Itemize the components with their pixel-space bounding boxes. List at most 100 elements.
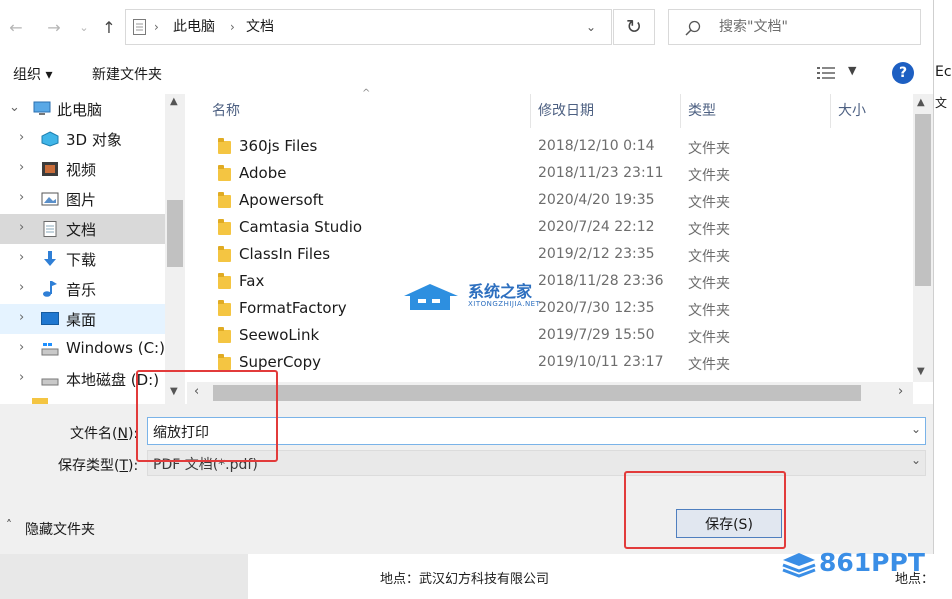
nav-scrollbar-thumb[interactable]: [167, 200, 183, 267]
column-divider[interactable]: [830, 94, 831, 128]
column-header-size[interactable]: 大小: [838, 100, 866, 120]
view-dropdown-icon[interactable]: ▼: [848, 64, 856, 77]
column-header-name[interactable]: 名称: [212, 100, 240, 120]
file-row[interactable]: Adobe 2018/11/23 23:11 文件夹: [210, 161, 910, 188]
back-button[interactable]: ←: [4, 10, 28, 44]
folder-icon: [218, 354, 231, 370]
address-history-dropdown[interactable]: ⌄: [586, 10, 596, 44]
3d-objects-icon: [41, 131, 59, 147]
breadcrumb-this-pc[interactable]: 此电脑: [173, 10, 215, 44]
chevron-right-icon: ›: [19, 250, 25, 265]
file-type: 文件夹: [688, 141, 730, 157]
chevron-right-icon: ›: [19, 370, 25, 385]
folder-icon: [218, 138, 231, 154]
file-row[interactable]: ClassIn Files 2019/2/12 23:35 文件夹: [210, 242, 910, 269]
drive-icon: [41, 378, 59, 386]
file-type: 文件夹: [688, 357, 730, 373]
house-logo-icon: [404, 284, 458, 310]
search-placeholder: 搜索"文档": [719, 19, 788, 35]
file-row[interactable]: Fax 2018/11/28 23:36 文件夹: [210, 269, 910, 296]
nav-item-downloads[interactable]: › 下载: [0, 244, 165, 274]
file-row[interactable]: SeewoLink 2019/7/29 15:50 文件夹: [210, 323, 910, 350]
hide-folders-toggle[interactable]: 隐藏文件夹: [25, 519, 95, 539]
file-row[interactable]: Apowersoft 2020/4/20 19:35 文件夹: [210, 188, 910, 215]
background-edge-text: 文: [935, 96, 948, 110]
chevron-right-icon: ›: [19, 160, 25, 175]
file-row[interactable]: 360js Files 2018/12/10 0:14 文件夹: [210, 134, 910, 161]
nav-item-this-pc[interactable]: ⌄ 此电脑: [0, 94, 165, 124]
file-type: 文件夹: [688, 249, 730, 265]
folder-icon: [218, 219, 231, 235]
file-date: 2018/11/23 23:11: [538, 165, 664, 181]
nav-item-label: 图片: [66, 191, 97, 209]
chevron-down-icon[interactable]: ⌄: [911, 453, 921, 467]
up-button[interactable]: ↑: [97, 10, 121, 44]
nav-item-desktop[interactable]: › 桌面: [0, 304, 165, 334]
watermark-text-cn: 系统之家: [468, 282, 533, 301]
scroll-right-icon[interactable]: ›: [898, 384, 903, 399]
view-options-icon[interactable]: [817, 66, 835, 80]
file-name: Apowersoft: [239, 191, 324, 209]
search-icon: [685, 20, 701, 36]
chevron-up-icon[interactable]: ˄: [6, 518, 12, 532]
nav-item-drive-c[interactable]: › Windows (C:): [0, 334, 165, 364]
breadcrumb-separator-icon: ›: [154, 20, 159, 34]
nav-item-videos[interactable]: › 视频: [0, 154, 165, 184]
file-list-horizontal-thumb[interactable]: [213, 385, 861, 401]
search-box[interactable]: 搜索"文档": [668, 9, 921, 45]
file-type: 文件夹: [688, 276, 730, 292]
chevron-right-icon: ›: [19, 280, 25, 295]
file-row[interactable]: FormatFactory 2020/7/30 12:35 文件夹: [210, 296, 910, 323]
nav-item-label: 文档: [66, 221, 97, 239]
file-type: 文件夹: [688, 222, 730, 238]
column-header-date[interactable]: 修改日期: [538, 100, 594, 120]
column-header-type[interactable]: 类型: [688, 100, 716, 120]
nav-item-label: 此电脑: [57, 101, 103, 119]
address-bar[interactable]: › 此电脑 › 文档 ⌄: [125, 9, 612, 45]
file-type: 文件夹: [688, 168, 730, 184]
chevron-right-icon: ›: [19, 340, 25, 355]
recent-locations-button[interactable]: ⌄: [72, 10, 96, 44]
file-date: 2019/2/12 23:35: [538, 246, 655, 262]
file-row[interactable]: SuperCopy 2019/10/11 23:17 文件夹: [210, 350, 910, 377]
file-list-vertical-thumb[interactable]: [915, 114, 931, 286]
file-date: 2019/7/29 15:50: [538, 327, 655, 343]
file-date: 2020/7/24 22:12: [538, 219, 655, 235]
chevron-down-icon: ⌄: [9, 100, 20, 115]
file-row[interactable]: Camtasia Studio 2020/7/24 22:12 文件夹: [210, 215, 910, 242]
sort-ascending-icon: ^: [362, 88, 371, 99]
chevron-right-icon: ›: [19, 130, 25, 145]
filename-label: 文件名(N):: [70, 426, 139, 442]
nav-item-pictures[interactable]: › 图片: [0, 184, 165, 214]
chevron-right-icon: ›: [19, 310, 25, 325]
annotation-box-filename: [136, 370, 278, 462]
chevron-right-icon: ›: [19, 190, 25, 205]
file-type: 文件夹: [688, 195, 730, 211]
chevron-down-icon: ⌄: [79, 20, 89, 34]
chevron-down-icon[interactable]: ⌄: [911, 422, 921, 436]
documents-icon: [43, 221, 57, 237]
file-type: 文件夹: [688, 303, 730, 319]
nav-item-documents[interactable]: › 文档: [0, 214, 165, 244]
file-name: ClassIn Files: [239, 245, 331, 263]
scroll-down-icon[interactable]: ▼: [917, 366, 925, 377]
forward-button[interactable]: →: [42, 10, 66, 44]
scroll-up-icon[interactable]: ▲: [917, 97, 925, 108]
nav-item-3d-objects[interactable]: › 3D 对象: [0, 124, 165, 154]
watermark-861ppt-text: 861PPT: [819, 548, 925, 577]
column-divider[interactable]: [530, 94, 531, 128]
column-divider[interactable]: [680, 94, 681, 128]
file-date: 2020/7/30 12:35: [538, 300, 655, 316]
refresh-button[interactable]: ↻: [613, 9, 655, 45]
breadcrumb-separator-icon: ›: [230, 20, 235, 34]
nav-item-music[interactable]: › 音乐: [0, 274, 165, 304]
organize-menu[interactable]: 组织 ▾: [13, 64, 52, 84]
scroll-up-icon[interactable]: ▲: [170, 96, 178, 107]
help-icon[interactable]: ?: [892, 62, 914, 84]
document-location-icon: [133, 19, 146, 35]
new-folder-button[interactable]: 新建文件夹: [92, 64, 162, 84]
breadcrumb-documents[interactable]: 文档: [246, 10, 274, 44]
watermark-861ppt: 861PPT: [782, 548, 944, 582]
drive-icon: [41, 343, 59, 356]
file-type: 文件夹: [688, 330, 730, 346]
